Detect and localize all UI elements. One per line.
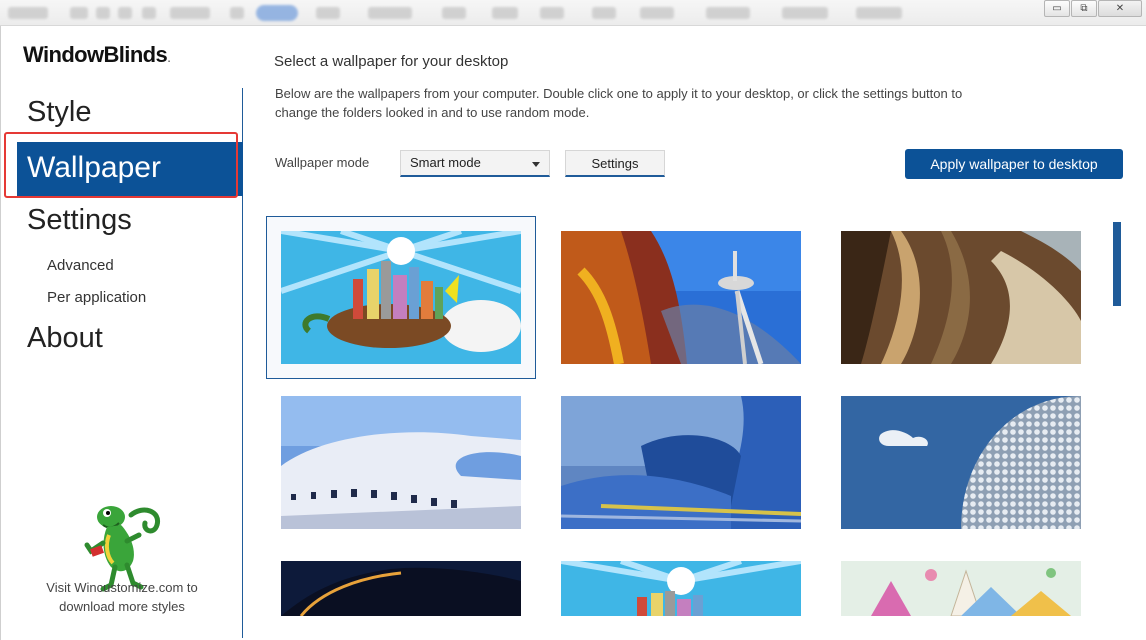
page-description: Below are the wallpapers from your compu… — [275, 86, 963, 120]
page-title: Select a wallpaper for your desktop — [274, 53, 509, 70]
wallpaper-mode-value: Smart mode — [410, 155, 481, 170]
space-needle-wallpaper — [561, 231, 801, 364]
window-controls: ▭ ⧉ ✕ — [1043, 0, 1142, 17]
wallpaper-thumbnail[interactable] — [561, 561, 801, 616]
wallpaper-thumbnail[interactable] — [281, 396, 521, 529]
nav-item-style[interactable]: Style — [27, 96, 91, 129]
promo-line-2: download more styles — [59, 599, 185, 614]
close-icon[interactable]: ✕ — [1098, 0, 1142, 17]
restore-icon[interactable]: ⧉ — [1071, 0, 1097, 17]
blue-architecture-wallpaper — [561, 396, 801, 529]
nav-item-advanced[interactable]: Advanced — [47, 257, 114, 274]
main-panel: Select a wallpaper for your desktop Belo… — [243, 26, 1146, 640]
scrollbar-thumb[interactable] — [1113, 222, 1121, 306]
settings-button[interactable]: Settings — [565, 150, 665, 177]
wallpaper-thumbnail[interactable] — [841, 396, 1081, 529]
fantasy-tents-wallpaper — [841, 561, 1081, 616]
turtle-city-wallpaper — [281, 231, 521, 364]
app-logo: WindowBlinds. — [23, 42, 171, 67]
night-arch-wallpaper — [281, 561, 521, 616]
blurred-title-strip: ▭ ⧉ ✕ — [0, 0, 1146, 26]
wallpaper-thumbnail[interactable] — [281, 561, 521, 616]
chevron-down-icon — [532, 162, 540, 167]
silver-dome-wallpaper — [841, 396, 1081, 529]
minimize-icon[interactable]: ▭ — [1044, 0, 1070, 17]
metal-curves-wallpaper — [841, 231, 1081, 364]
white-building-wallpaper — [281, 396, 521, 529]
wallpaper-mode-dropdown[interactable]: Smart mode — [400, 150, 550, 177]
nav-item-settings[interactable]: Settings — [27, 204, 132, 237]
wallpaper-thumbnail[interactable] — [841, 231, 1081, 364]
highlight-box — [4, 132, 238, 198]
promo-line-1: Visit Wincustomize.com to — [46, 580, 198, 595]
wallpaper-thumbnail[interactable] — [561, 396, 801, 529]
apply-wallpaper-button[interactable]: Apply wallpaper to desktop — [905, 149, 1123, 179]
wallpaper-thumbnail[interactable] — [841, 561, 1081, 616]
wallpaper-mode-label: Wallpaper mode — [275, 155, 370, 170]
nav-item-about[interactable]: About — [27, 322, 103, 355]
turtle-city-duplicate-wallpaper — [561, 561, 801, 616]
wallpaper-thumbnail[interactable] — [561, 231, 801, 364]
sidebar: WindowBlinds. Style Wallpaper Settings A… — [0, 26, 243, 640]
windowblinds-window: ▭ ⧉ ✕ WindowBlinds. Style Wallpaper Sett… — [0, 0, 1146, 640]
wallpaper-thumbnail[interactable] — [281, 231, 521, 364]
nav-item-per-application[interactable]: Per application — [47, 289, 146, 306]
promo-text[interactable]: Visit Wincustomize.com to download more … — [11, 578, 233, 616]
